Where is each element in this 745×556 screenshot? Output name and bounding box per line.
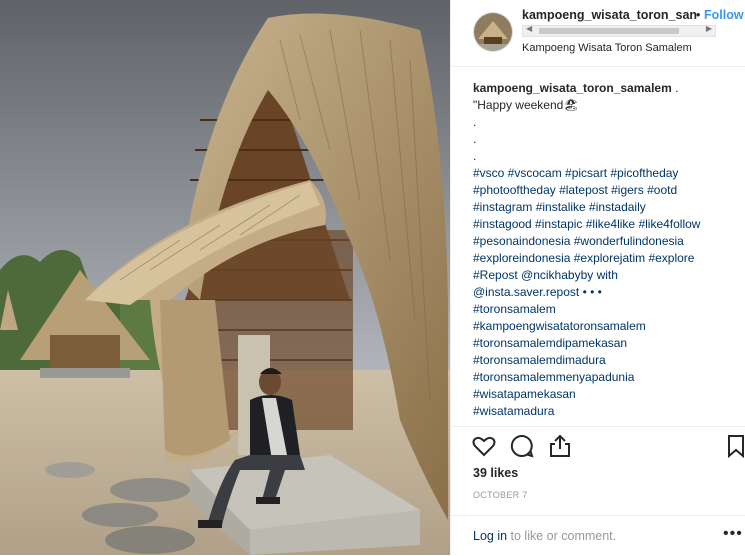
caption-line: . (473, 132, 477, 146)
post-side-panel: kampoeng_wisata_toron_san • Follow ◀ ▶ K… (450, 0, 745, 555)
caption-line: "Happy weekend🏖 (473, 98, 579, 112)
comment-footer: Log in to like or comment. ••• (451, 515, 745, 556)
login-prompt: Log in to like or comment. (473, 529, 616, 543)
caption-hashtags[interactable]: #instagram #instalike #instadaily (473, 199, 735, 216)
caption-hashtag[interactable]: #kampoengwisatatoronsamalem (473, 318, 735, 335)
action-bar (451, 426, 745, 467)
more-options-icon[interactable]: ••• (723, 525, 743, 543)
scrollbar-thumb[interactable] (539, 28, 679, 34)
caption-line: . (473, 115, 477, 129)
caption-hashtag[interactable]: #toronsamalem (473, 301, 735, 318)
login-link[interactable]: Log in (473, 529, 507, 543)
post-photo (0, 0, 450, 555)
post-date[interactable]: OCTOBER 7 (473, 490, 528, 500)
scroll-left-arrow-icon[interactable]: ◀ (526, 24, 532, 33)
caption-header: kampoeng_wisata_toron_samalem . (473, 80, 735, 97)
likes-count[interactable]: 39 likes (473, 466, 518, 480)
avatar[interactable] (473, 12, 513, 52)
comment-icon[interactable] (509, 433, 535, 459)
bookmark-icon[interactable] (723, 433, 745, 459)
horizontal-scrollbar[interactable]: ◀ ▶ (522, 24, 716, 37)
post-caption: kampoeng_wisata_toron_samalem . "Happy w… (473, 80, 735, 425)
thatched-hut-image (0, 0, 450, 555)
share-icon[interactable] (547, 433, 573, 459)
caption-hashtags[interactable]: #instagood #instapic #like4like #like4fo… (473, 216, 735, 233)
caption-hashtag[interactable]: #toronsamalemdipamekasan (473, 335, 735, 352)
caption-hashtags[interactable]: #pesonaindonesia #wonderfulindonesia (473, 233, 735, 250)
caption-hashtag[interactable]: #toronsamalemdimadura (473, 352, 735, 369)
caption-hashtags[interactable]: #photooftheday #latepost #igers #ootd (473, 182, 735, 199)
caption-hashtag[interactable]: #toronsamalemmenyapadunia (473, 369, 735, 386)
caption-mention[interactable]: @insta.saver.repost • • • (473, 284, 735, 301)
post-header: kampoeng_wisata_toron_san • Follow ◀ ▶ K… (451, 0, 745, 67)
caption-hashtags[interactable]: #vsco #vscocam #picsart #picoftheday (473, 165, 735, 182)
caption-line: . (473, 149, 477, 163)
caption-repost-line[interactable]: #Repost @ncikhabyby with (473, 267, 735, 284)
follow-button[interactable]: Follow (704, 8, 744, 22)
caption-hashtags[interactable]: #exploreindonesia #explorejatim #explore (473, 250, 735, 267)
header-username[interactable]: kampoeng_wisata_toron_san (522, 8, 697, 22)
heart-icon[interactable] (471, 433, 497, 459)
caption-username-suffix: . (671, 81, 679, 95)
caption-hashtag[interactable]: #wisatapamekasan (473, 386, 735, 403)
scroll-right-arrow-icon[interactable]: ▶ (706, 24, 712, 33)
location-link[interactable]: Kampoeng Wisata Toron Samalem (522, 42, 692, 54)
caption-username[interactable]: kampoeng_wisata_toron_samalem (473, 81, 672, 95)
caption-hashtag[interactable]: #wisatamadura (473, 403, 735, 420)
login-prompt-text: to like or comment. (507, 529, 617, 543)
separator-dot: • (696, 8, 701, 22)
